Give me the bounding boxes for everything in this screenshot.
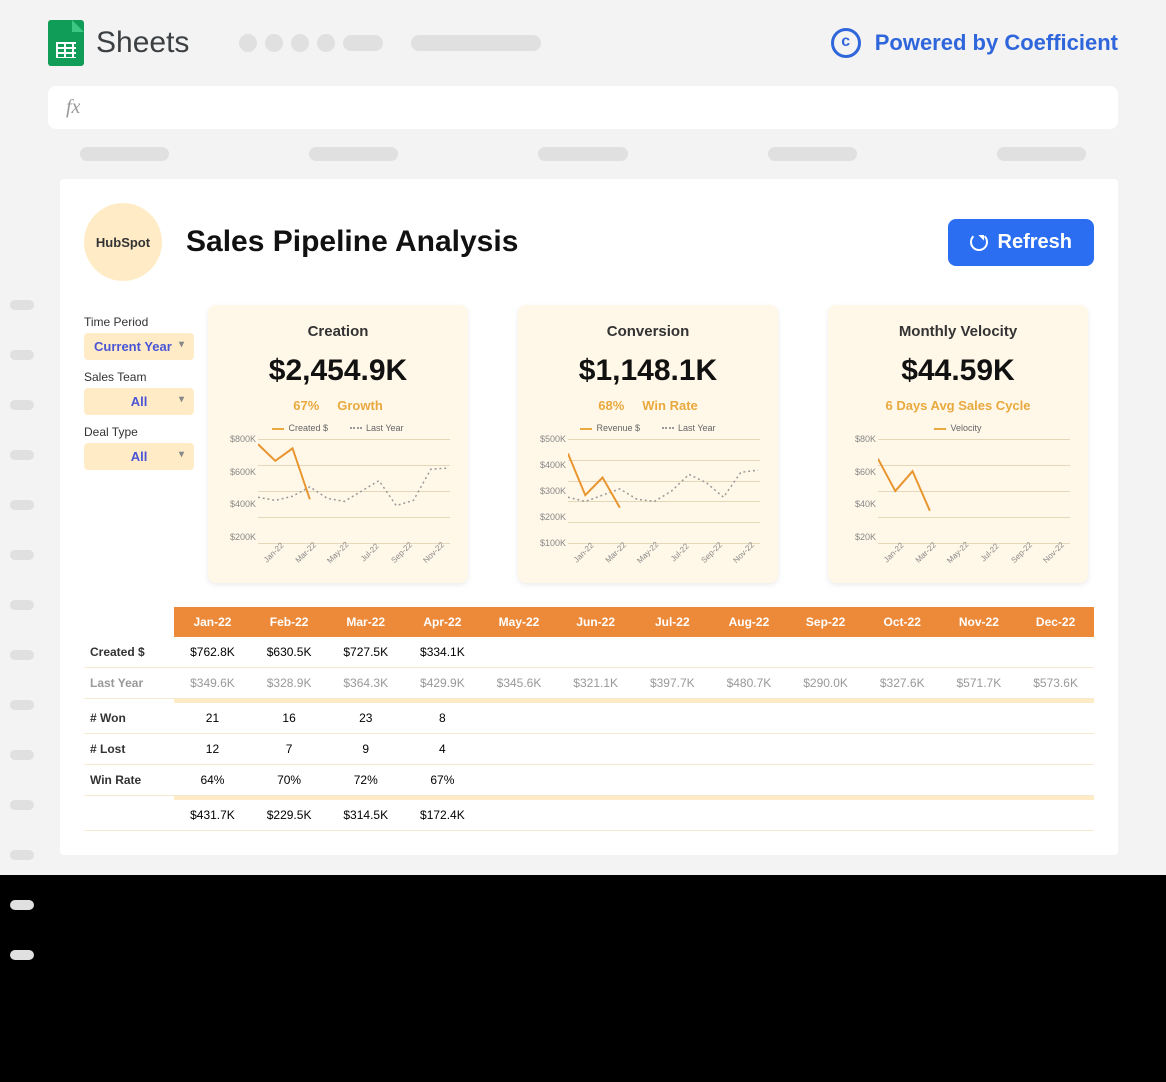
filter-label-deal: Deal Type	[84, 425, 194, 439]
data-table: Jan-22Feb-22Mar-22Apr-22May-22Jun-22Jul-…	[84, 607, 1094, 831]
chevron-down-icon: ▾	[179, 394, 184, 405]
hubspot-badge: HubSpot	[84, 203, 162, 281]
dashboard: HubSpot Sales Pipeline Analysis Refresh …	[60, 179, 1118, 855]
filter-time-period[interactable]: Current Year▾	[84, 333, 194, 360]
month-header: Dec-22	[1017, 607, 1094, 637]
table-row: Created $$762.8K$630.5K$727.5K$334.1K	[84, 637, 1094, 668]
sheets-label: Sheets	[96, 26, 189, 60]
refresh-icon	[970, 233, 988, 251]
month-header: Sep-22	[787, 607, 864, 637]
table-row: $431.7K$229.5K$314.5K$172.4K	[84, 800, 1094, 831]
coefficient-icon	[831, 28, 861, 58]
filter-label-team: Sales Team	[84, 370, 194, 384]
card-title: Conversion	[532, 323, 764, 340]
chart-legend: Velocity	[842, 423, 1074, 433]
chevron-down-icon: ▾	[179, 449, 184, 460]
card-title: Creation	[222, 323, 454, 340]
month-header: Jun-22	[557, 607, 634, 637]
card-sub: 6 Days Avg Sales Cycle	[842, 398, 1074, 413]
page-title: Sales Pipeline Analysis	[186, 225, 518, 259]
table-row: Last Year$349.6K$328.9K$364.3K$429.9K$34…	[84, 668, 1094, 699]
filter-deal-type[interactable]: All▾	[84, 443, 194, 470]
sheets-logo: Sheets	[48, 20, 189, 66]
card-conversion: Conversion $1,148.1K 68%Win Rate Revenue…	[518, 305, 778, 583]
card-velocity: Monthly Velocity $44.59K 6 Days Avg Sale…	[828, 305, 1088, 583]
card-value: $2,454.9K	[222, 354, 454, 388]
chart-legend: Created $ Last Year	[222, 423, 454, 433]
month-header: Apr-22	[404, 607, 481, 637]
month-header: Mar-22	[327, 607, 404, 637]
velocity-chart: $80K $60K $40K $20K Jan-22 Mar-22 May-22…	[842, 439, 1074, 569]
month-header: May-22	[481, 607, 558, 637]
sheets-icon	[48, 20, 84, 66]
conversion-chart: $500K $400K $300K $200K $100K Jan-22 Mar…	[532, 439, 764, 569]
month-header: Aug-22	[711, 607, 788, 637]
chevron-down-icon: ▾	[179, 339, 184, 354]
month-header: Feb-22	[251, 607, 328, 637]
column-headers-skeleton	[80, 147, 1086, 161]
table-row: # Won2116238	[84, 703, 1094, 734]
formula-bar[interactable]: fx	[48, 86, 1118, 129]
filter-sales-team[interactable]: All▾	[84, 388, 194, 415]
card-value: $44.59K	[842, 354, 1074, 388]
card-creation: Creation $2,454.9K 67%Growth Created $ L…	[208, 305, 468, 583]
fx-icon: fx	[66, 96, 80, 119]
card-sub: 68%Win Rate	[532, 398, 764, 413]
topbar: Sheets Powered by Coefficient	[0, 0, 1166, 86]
powered-by: Powered by Coefficient	[831, 28, 1118, 58]
filters-panel: Time Period Current Year▾ Sales Team All…	[84, 305, 194, 583]
month-header: Oct-22	[864, 607, 941, 637]
month-header: Nov-22	[941, 607, 1018, 637]
powered-by-label: Powered by Coefficient	[875, 30, 1118, 56]
card-value: $1,148.1K	[532, 354, 764, 388]
month-header: Jul-22	[634, 607, 711, 637]
menu-skeleton	[239, 34, 541, 52]
filter-label-time: Time Period	[84, 315, 194, 329]
creation-chart: $800K $600K $400K $200K Jan-22 Mar-22 Ma…	[222, 439, 454, 569]
card-title: Monthly Velocity	[842, 323, 1074, 340]
chart-legend: Revenue $ Last Year	[532, 423, 764, 433]
row-headers-skeleton	[10, 300, 34, 960]
card-sub: 67%Growth	[222, 398, 454, 413]
month-header: Jan-22	[174, 607, 251, 637]
refresh-button[interactable]: Refresh	[948, 219, 1094, 266]
table-row: Win Rate64%70%72%67%	[84, 765, 1094, 796]
kpi-cards: Creation $2,454.9K 67%Growth Created $ L…	[208, 305, 1094, 583]
table-row: # Lost12794	[84, 734, 1094, 765]
